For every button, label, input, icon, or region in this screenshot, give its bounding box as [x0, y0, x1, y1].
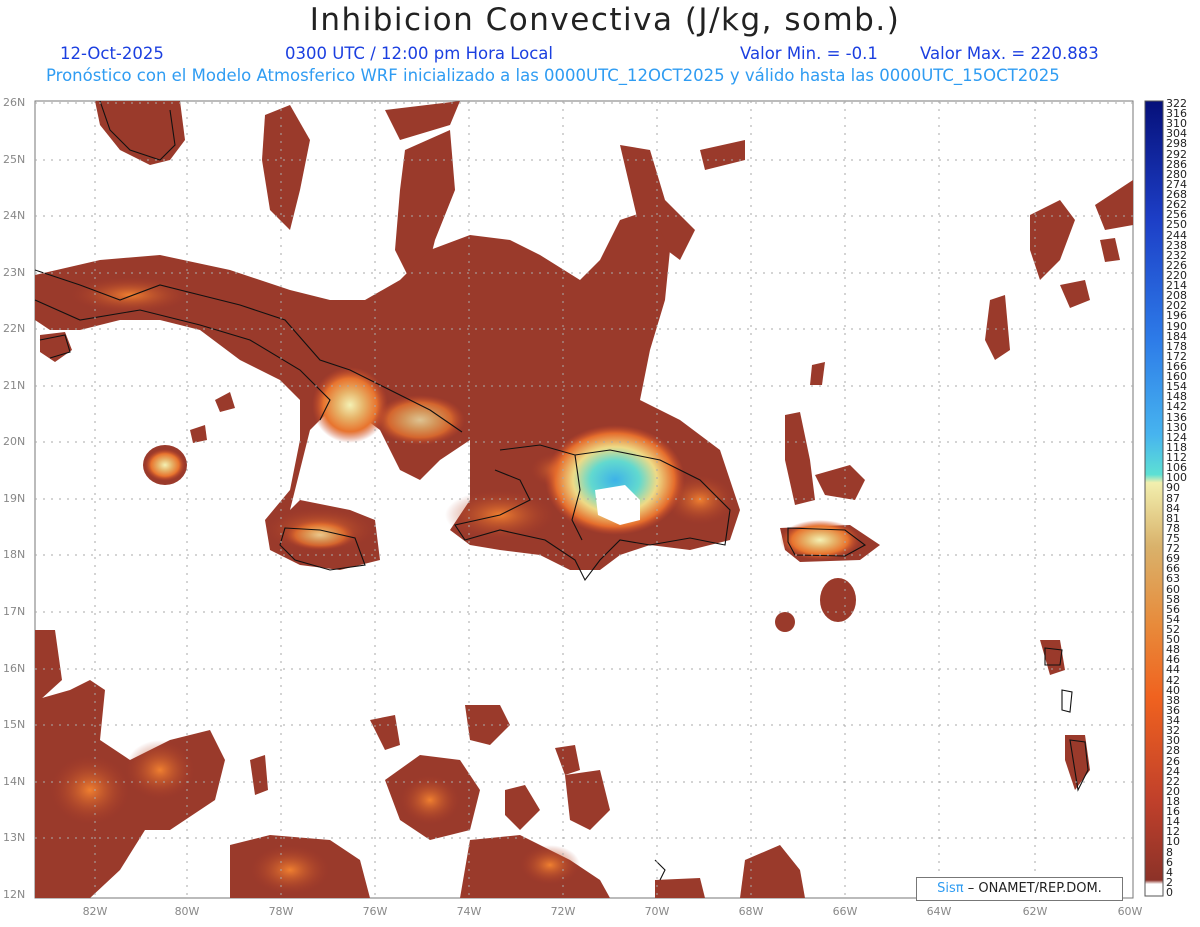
- lat-label: 18N: [3, 548, 26, 561]
- lon-label: 80W: [174, 905, 200, 918]
- lon-label: 66W: [832, 905, 858, 918]
- credit-text: – ONAMET/REP.DOM.: [967, 881, 1102, 896]
- lat-label: 17N: [3, 605, 26, 618]
- lon-label: 74W: [456, 905, 482, 918]
- lon-label: 68W: [738, 905, 764, 918]
- lat-label: 14N: [3, 775, 26, 788]
- lat-label: 16N: [3, 662, 26, 675]
- lat-label: 22N: [3, 322, 26, 335]
- lon-label: 70W: [644, 905, 670, 918]
- credit-box: Sisπ – ONAMET/REP.DOM.: [916, 877, 1123, 901]
- lat-label: 20N: [3, 435, 26, 448]
- lat-label: 19N: [3, 492, 26, 505]
- lat-label: 24N: [3, 209, 26, 222]
- lon-label: 76W: [362, 905, 388, 918]
- cin-map: [34, 100, 1164, 899]
- lon-label: 72W: [550, 905, 576, 918]
- lon-label: 62W: [1022, 905, 1048, 918]
- lat-label: 25N: [3, 153, 26, 166]
- lon-label: 60W: [1117, 905, 1143, 918]
- lat-label: 23N: [3, 266, 26, 279]
- lat-label: 26N: [3, 96, 26, 109]
- lat-label: 21N: [3, 379, 26, 392]
- lat-label: 12N: [3, 888, 26, 901]
- lon-label: 78W: [268, 905, 294, 918]
- lon-label: 64W: [926, 905, 952, 918]
- legend-colorbar: [1144, 100, 1164, 897]
- lon-label: 82W: [82, 905, 108, 918]
- lat-label: 15N: [3, 718, 26, 731]
- lat-label: 13N: [3, 831, 26, 844]
- credit-logo: Sisπ: [937, 881, 964, 896]
- legend-label: 0: [1166, 886, 1173, 899]
